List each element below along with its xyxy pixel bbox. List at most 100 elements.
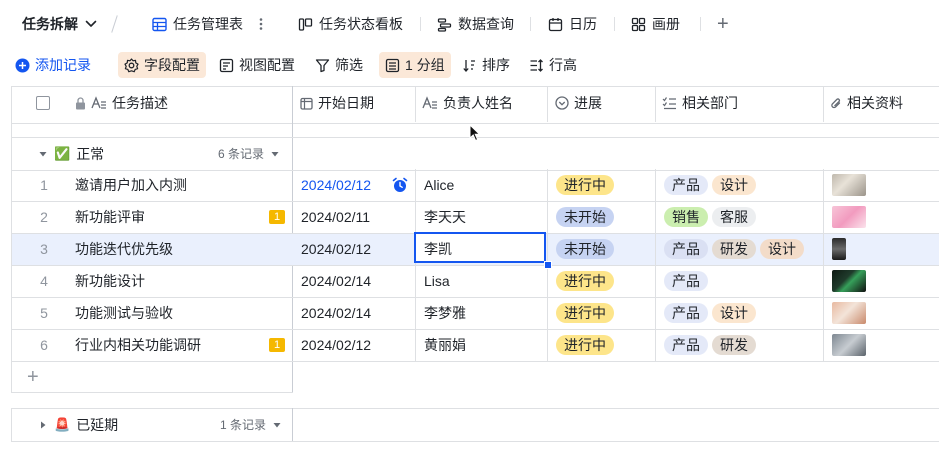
start-date-cell[interactable]: 2024/02/12 <box>301 329 371 361</box>
tab-calendar[interactable]: 日历 <box>548 0 597 48</box>
status-cell[interactable]: 进行中 <box>556 169 618 201</box>
table-title-dropdown[interactable]: 任务拆解 <box>22 0 98 48</box>
departments-cell[interactable]: 产品 研发 设计 <box>664 233 808 265</box>
departments-cell[interactable]: 产品 设计 <box>664 297 760 329</box>
status-cell[interactable]: 未开始 <box>556 233 618 265</box>
task-cell[interactable]: 新功能评审 <box>75 201 145 233</box>
departments-cell[interactable]: 产品 <box>664 265 712 297</box>
departments-cell[interactable]: 销售 客服 <box>664 201 760 233</box>
tab-divider <box>614 17 615 31</box>
single-select-icon <box>555 96 569 110</box>
group-count-delayed[interactable]: 1 条记录 <box>220 409 282 440</box>
task-cell[interactable]: 邀请用户加入内测 <box>75 169 187 201</box>
attachment-thumbnail[interactable] <box>832 334 866 356</box>
sort-label: 排序 <box>482 57 510 73</box>
sort-icon <box>463 59 475 72</box>
status-tag-in-progress: 进行中 <box>556 335 614 355</box>
attachment-thumbnail[interactable] <box>832 206 866 228</box>
group-header-normal <box>11 137 939 171</box>
tab-data-query[interactable]: 数据查询 <box>437 0 514 48</box>
alarm-clock-icon[interactable] <box>392 177 408 193</box>
attachments-cell[interactable] <box>832 233 846 265</box>
group-toggle-delayed[interactable]: 🚨 已延期 <box>38 409 118 440</box>
tab-more-button[interactable] <box>258 0 264 48</box>
column-label: 任务描述 <box>112 95 168 111</box>
start-date-cell[interactable]: 2024/02/12 <box>301 233 371 265</box>
dept-tag-design: 设计 <box>712 175 756 195</box>
status-cell[interactable]: 进行中 <box>556 297 618 329</box>
departments-cell[interactable]: 产品 设计 <box>664 169 760 201</box>
owner-cell[interactable]: 李梦雅 <box>424 297 466 329</box>
task-cell[interactable]: 功能测试与验收 <box>75 297 173 329</box>
add-row-button[interactable]: + <box>27 364 39 390</box>
start-date-cell[interactable]: 2024/02/14 <box>301 297 371 329</box>
dept-tag-design: 设计 <box>760 239 804 259</box>
row-number: 1 <box>40 177 48 193</box>
field-config-button[interactable]: 字段配置 <box>118 52 206 78</box>
status-cell[interactable]: 未开始 <box>556 201 618 233</box>
comment-count-badge[interactable]: 1 <box>269 338 285 352</box>
select-all-checkbox[interactable] <box>36 86 50 120</box>
column-header-attachments[interactable]: 相关资料 <box>830 86 903 120</box>
view-config-button[interactable]: 视图配置 <box>213 52 301 78</box>
attachments-cell[interactable] <box>832 265 866 297</box>
dept-tag-rd: 研发 <box>712 239 756 259</box>
tab-gallery[interactable]: 画册 <box>631 0 680 48</box>
fill-handle[interactable] <box>544 261 552 269</box>
attachment-thumbnail[interactable] <box>832 174 866 196</box>
attachments-cell[interactable] <box>832 297 866 329</box>
kanban-icon <box>298 17 313 31</box>
start-date-cell[interactable]: 2024/02/12 <box>301 169 371 201</box>
attachments-cell[interactable] <box>832 201 866 233</box>
group-toggle-normal[interactable]: ✅ 正常 <box>38 138 104 169</box>
group-emoji: ✅ <box>54 145 71 161</box>
task-cell[interactable]: 新功能设计 <box>75 265 145 297</box>
start-date-cell[interactable]: 2024/02/11 <box>301 201 370 233</box>
departments-cell[interactable]: 产品 研发 <box>664 329 760 361</box>
tab-label: 日历 <box>569 16 597 32</box>
plus-icon: + <box>717 12 729 35</box>
attachments-cell[interactable] <box>832 169 866 201</box>
attachment-thumbnail[interactable] <box>832 270 866 292</box>
lock-icon <box>76 96 85 109</box>
dept-tag-product: 产品 <box>664 335 708 355</box>
filter-icon <box>315 58 330 72</box>
add-record-label: 添加记录 <box>35 57 91 73</box>
status-cell[interactable]: 进行中 <box>556 265 618 297</box>
dept-tag-service: 客服 <box>712 207 756 227</box>
owner-cell[interactable]: Alice <box>424 169 454 201</box>
group-button[interactable]: 1 分组 <box>379 52 451 78</box>
add-view-button[interactable]: + <box>717 0 729 48</box>
column-header-departments[interactable]: 相关部门 <box>662 86 738 120</box>
owner-cell[interactable]: 李天天 <box>424 201 466 233</box>
owner-cell[interactable]: 黄丽娟 <box>424 329 466 361</box>
attachment-thumbnail[interactable] <box>832 238 846 260</box>
row-height-button[interactable]: 行高 <box>523 52 583 78</box>
owner-cell[interactable]: Lisa <box>424 265 450 297</box>
add-record-button[interactable]: 添加记录 <box>15 52 97 78</box>
column-header-start-date[interactable]: 开始日期 <box>300 86 374 120</box>
column-header-owner[interactable]: 负责人姓名 <box>422 86 513 120</box>
tab-divider <box>420 17 421 31</box>
status-cell[interactable]: 进行中 <box>556 329 618 361</box>
comment-count-badge[interactable]: 1 <box>269 210 285 224</box>
filter-button[interactable]: 筛选 <box>309 52 369 78</box>
sort-button[interactable]: 排序 <box>456 52 516 78</box>
owner-cell-active[interactable]: 李凯 <box>424 233 452 265</box>
task-cell[interactable]: 行业内相关功能调研 <box>75 329 201 361</box>
status-tag-in-progress: 进行中 <box>556 271 614 291</box>
group-count-normal[interactable]: 6 条记录 <box>218 138 280 169</box>
group-name: 已延期 <box>76 416 119 433</box>
add-row-area <box>11 361 293 393</box>
start-date-cell[interactable]: 2024/02/14 <box>301 265 371 297</box>
row-number: 4 <box>40 273 48 289</box>
attachments-cell[interactable] <box>832 329 866 361</box>
column-header-status[interactable]: 进展 <box>555 86 602 120</box>
tab-divider <box>530 17 531 31</box>
tab-task-kanban[interactable]: 任务状态看板 <box>298 0 403 48</box>
task-cell[interactable]: 功能迭代优先级 <box>75 233 173 265</box>
status-tag-not-started: 未开始 <box>556 207 614 227</box>
column-header-task[interactable]: 任务描述 <box>75 86 168 120</box>
tab-task-table[interactable]: 任务管理表 <box>152 0 243 48</box>
attachment-thumbnail[interactable] <box>832 302 866 324</box>
